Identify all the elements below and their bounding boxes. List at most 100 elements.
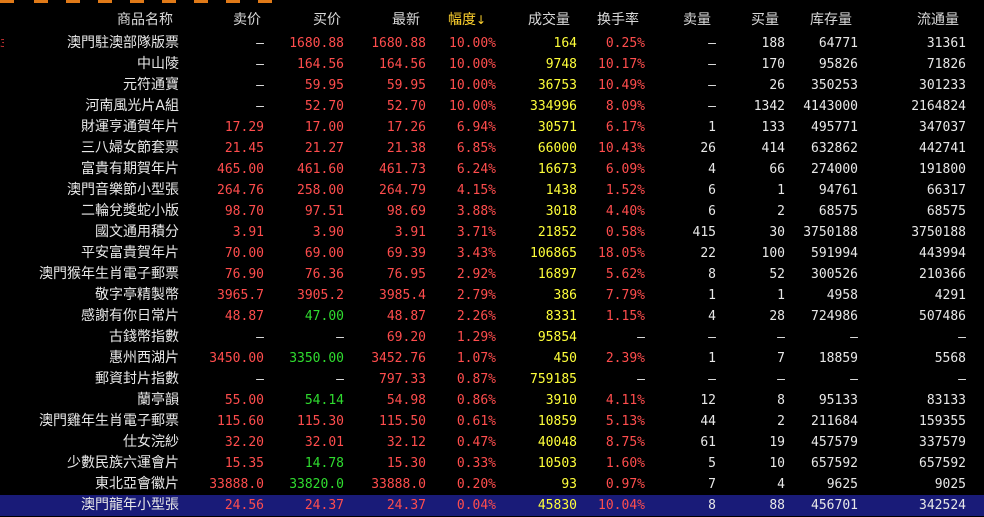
table-row[interactable]: 感謝有你日常片 48.87 47.00 48.87 2.26% 8331 1.15% 4 28 7… xyxy=(0,306,984,327)
table-row[interactable]: 二輪兌獎蛇小版 98.70 97.51 98.69 3.88% 3018 4.40% 6 2 68… xyxy=(0,201,984,222)
volume-cell: 10503 xyxy=(537,456,577,471)
turnover-cell: 1.60% xyxy=(605,456,645,471)
header-sell-qty[interactable]: 卖量 xyxy=(683,11,711,29)
table-header: 商品名称 卖价 买价 最新 幅度↓ 成交量 换手率 卖量 买量 库存量 流通量 xyxy=(0,8,984,32)
table-row[interactable]: 財運亨通賀年片 17.29 17.00 17.26 6.94% 30571 6.17% 1 13… xyxy=(0,117,984,138)
table-row[interactable]: 澳門雞年生肖電子郵票 115.60 115.30 115.50 0.61% 10859 5.… xyxy=(0,411,984,432)
buy-price-cell: 33820.0 xyxy=(289,477,344,492)
buy-qty-cell: 7 xyxy=(777,351,785,366)
toolbar-tab-button[interactable] xyxy=(258,0,272,3)
toolbar-tab-button[interactable] xyxy=(98,0,112,3)
change-pct-cell: 6.85% xyxy=(456,141,496,156)
row-index-marker: 3 xyxy=(0,37,4,50)
turnover-cell: 6.09% xyxy=(605,162,645,177)
table-row[interactable]: 蘭亭韻 55.00 54.14 54.98 0.86% 3910 4.11% 12 8 95133… xyxy=(0,390,984,411)
header-sell-price[interactable]: 卖价 xyxy=(233,11,261,29)
latest-price-cell: 3985.4 xyxy=(379,288,426,303)
buy-qty-cell: 1342 xyxy=(753,99,785,114)
latest-price-cell: 54.98 xyxy=(386,393,426,408)
turnover-cell: 7.79% xyxy=(605,288,645,303)
table-row[interactable]: 東北亞會徽片 33888.0 33820.0 33888.0 0.20% 93 0.97% 7… xyxy=(0,474,984,495)
table-row[interactable]: 古錢幣指數 — — 69.20 1.29% 95854 — — — — — xyxy=(0,327,984,348)
latest-price-cell: 24.37 xyxy=(386,498,426,513)
stock-cell: 4958 xyxy=(826,288,858,303)
buy-qty-cell: 1 xyxy=(777,183,785,198)
volume-cell: 3018 xyxy=(545,204,577,219)
table-row[interactable]: 富貴有期賀年片 465.00 461.60 461.73 6.24% 16673 6.09%… xyxy=(0,159,984,180)
table-row[interactable]: 國文通用積分 3.91 3.90 3.91 3.71% 21852 0.58% 415 30 37… xyxy=(0,222,984,243)
row-index-marker xyxy=(0,495,4,516)
header-buy-qty[interactable]: 买量 xyxy=(751,11,779,29)
buy-qty-cell: 28 xyxy=(769,309,785,324)
table-row[interactable]: 元符通寶 — 59.95 59.95 10.00% 36753 10.49% — 26 35025… xyxy=(0,75,984,96)
buy-price-cell: 17.00 xyxy=(304,120,344,135)
buy-qty-cell: — xyxy=(777,372,785,387)
sell-price-cell: 33888.0 xyxy=(209,477,264,492)
product-name-cell: 惠州西湖片 xyxy=(109,350,179,366)
table-row[interactable]: 中山陵 — 164.56 164.56 10.00% 9748 10.17% — 170 9582… xyxy=(0,54,984,75)
row-index-marker xyxy=(0,201,4,222)
toolbar-tab-button[interactable] xyxy=(162,0,176,3)
product-name-cell: 敬字亭精製幣 xyxy=(95,287,179,303)
toolbar-tab-button[interactable] xyxy=(34,0,48,3)
circulation-cell: 347037 xyxy=(919,120,966,135)
circulation-cell: — xyxy=(958,372,966,387)
latest-price-cell: 59.95 xyxy=(386,78,426,93)
latest-price-cell: 32.12 xyxy=(386,435,426,450)
toolbar-tab-button[interactable] xyxy=(66,0,80,3)
table-row[interactable]: 澳門龍年小型張 24.56 24.37 24.37 0.04% 45830 10.04% 8 8… xyxy=(0,495,984,516)
circulation-cell: 301233 xyxy=(919,78,966,93)
product-name-cell: 澳門駐澳部隊版票 xyxy=(67,35,179,51)
table-row[interactable]: 三八婦女節套票 21.45 21.27 21.38 6.85% 66000 10.43% 26… xyxy=(0,138,984,159)
table-row[interactable]: 仕女浣紗 32.20 32.01 32.12 0.47% 40048 8.75% 61 19 45… xyxy=(0,432,984,453)
buy-qty-cell: 2 xyxy=(777,414,785,429)
header-volume[interactable]: 成交量 xyxy=(528,11,570,29)
toolbar-tab-button[interactable] xyxy=(226,0,240,3)
turnover-cell: 0.25% xyxy=(605,36,645,51)
sell-qty-cell: — xyxy=(708,99,716,114)
turnover-cell: 10.04% xyxy=(598,498,645,513)
latest-price-cell: 17.26 xyxy=(386,120,426,135)
change-pct-cell: 6.24% xyxy=(456,162,496,177)
product-name-cell: 感謝有你日常片 xyxy=(81,308,179,324)
table-row[interactable]: 澳門音樂節小型張 264.76 258.00 264.79 4.15% 1438 1.52%… xyxy=(0,180,984,201)
toolbar-tab-button[interactable] xyxy=(0,0,14,3)
table-row[interactable]: 河南風光片A組 — 52.70 52.70 10.00% 334996 8.09% — 1342… xyxy=(0,96,984,117)
sell-qty-cell: 6 xyxy=(708,204,716,219)
table-row[interactable]: 少數民族六運會片 15.35 14.78 15.30 0.33% 10503 1.60% 5 1… xyxy=(0,453,984,474)
row-index-marker xyxy=(0,348,4,369)
table-row[interactable]: 敬字亭精製幣 3965.7 3905.2 3985.4 2.79% 386 7.79% 1 1 4… xyxy=(0,285,984,306)
buy-price-cell: 115.30 xyxy=(297,414,344,429)
circulation-cell: 342524 xyxy=(919,498,966,513)
header-turnover[interactable]: 换手率 xyxy=(597,11,639,29)
header-name[interactable]: 商品名称 xyxy=(117,11,173,29)
sell-price-cell: 24.56 xyxy=(224,498,264,513)
product-name-cell: 古錢幣指數 xyxy=(109,329,179,345)
header-buy-price[interactable]: 买价 xyxy=(313,11,341,29)
table-row[interactable]: 郵資封片指數 — — 797.33 0.87% 759185 — — — — — xyxy=(0,369,984,390)
header-change-pct[interactable]: 幅度↓ xyxy=(448,11,486,29)
sell-qty-cell: 26 xyxy=(700,141,716,156)
change-pct-cell: 10.00% xyxy=(449,78,496,93)
sell-price-cell: — xyxy=(256,99,264,114)
table-row[interactable]: 平安富貴賀年片 70.00 69.00 69.39 3.43% 106865 18.05% 2… xyxy=(0,243,984,264)
header-stock[interactable]: 库存量 xyxy=(810,11,852,29)
sell-qty-cell: 61 xyxy=(700,435,716,450)
circulation-cell: 9025 xyxy=(934,477,966,492)
sell-qty-cell: 1 xyxy=(708,288,716,303)
change-pct-cell: 6.94% xyxy=(456,120,496,135)
table-row[interactable]: 3 澳門駐澳部隊版票 — 1680.88 1680.88 10.00% 164 0.25% — 1… xyxy=(0,33,984,54)
header-latest[interactable]: 最新 xyxy=(392,11,420,29)
circulation-cell: 4291 xyxy=(934,288,966,303)
volume-cell: 386 xyxy=(553,288,577,303)
sell-price-cell: — xyxy=(256,57,264,72)
toolbar-tab-button[interactable] xyxy=(130,0,144,3)
buy-price-cell: — xyxy=(336,330,344,345)
table-row[interactable]: 惠州西湖片 3450.00 3350.00 3452.76 1.07% 450 2.39% 1… xyxy=(0,348,984,369)
row-index-marker xyxy=(0,369,4,390)
sell-qty-cell: 1 xyxy=(708,351,716,366)
table-row[interactable]: 澳門猴年生肖電子郵票 76.90 76.36 76.95 2.92% 16897 5.62%… xyxy=(0,264,984,285)
header-circulation[interactable]: 流通量 xyxy=(917,11,959,29)
toolbar-tab-button[interactable] xyxy=(194,0,208,3)
sell-price-cell: 32.20 xyxy=(224,435,264,450)
